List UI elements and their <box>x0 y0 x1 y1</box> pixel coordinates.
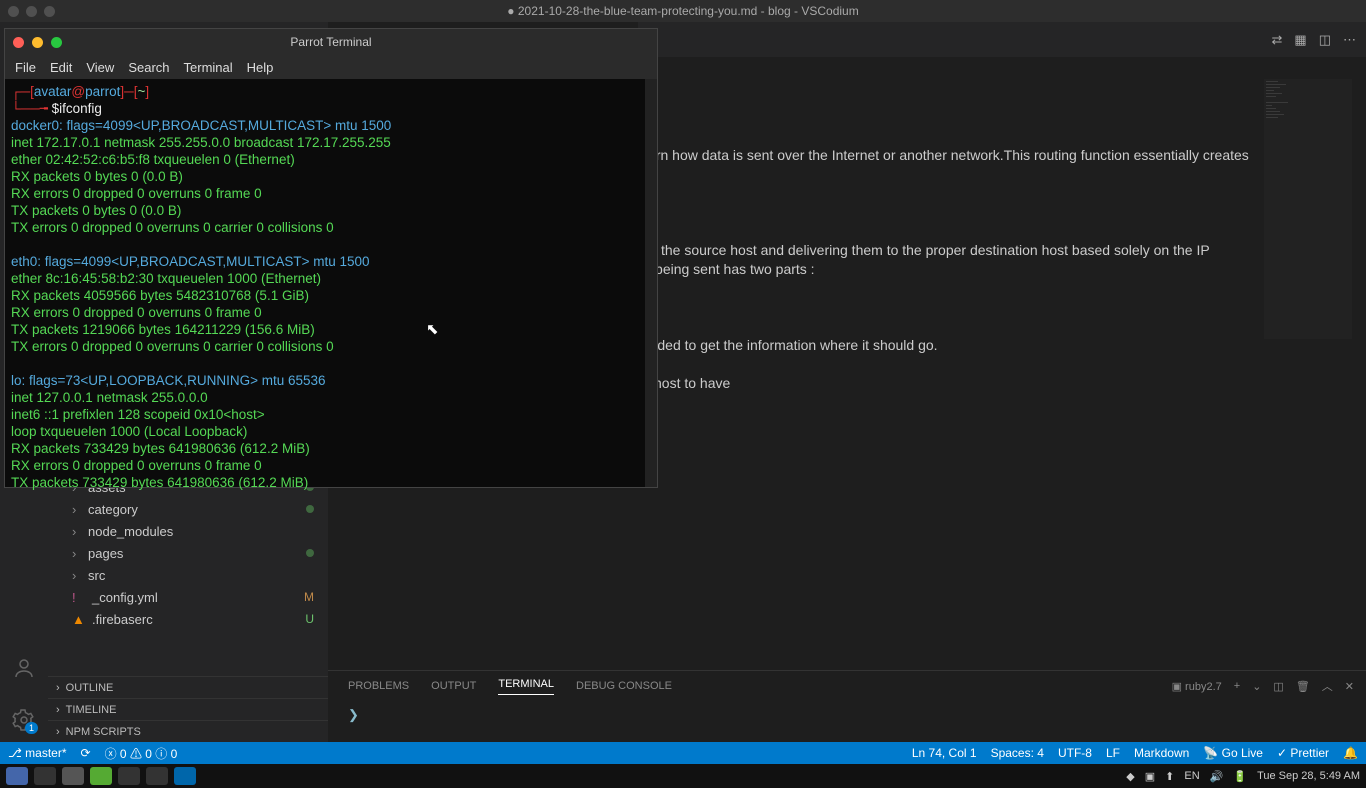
language-mode[interactable]: Markdown <box>1134 746 1189 760</box>
problems-counter[interactable]: ⓧ 0 ⚠ 0 ⓘ 0 <box>105 745 178 762</box>
accounts-icon[interactable] <box>12 656 36 680</box>
bottom-panel: PROBLEMS OUTPUT TERMINAL DEBUG CONSOLE ▣… <box>328 670 1366 742</box>
close-icon[interactable] <box>13 37 24 48</box>
cursor-position[interactable]: Ln 74, Col 1 <box>912 746 977 760</box>
window-titlebar: ● 2021-10-28-the-blue-team-protecting-yo… <box>0 0 1366 22</box>
split-terminal-icon[interactable]: ◫ <box>1273 680 1283 693</box>
panel-tabs: PROBLEMS OUTPUT TERMINAL DEBUG CONSOLE ▣… <box>328 671 1366 701</box>
window-controls[interactable] <box>8 6 55 17</box>
chevron-right-icon: › <box>72 568 82 583</box>
system-tray: ◆ ▣ ⬆ EN 🔊 🔋 Tue Sep 28, 5:49 AM <box>1126 770 1360 783</box>
minimize-icon[interactable] <box>26 6 37 17</box>
tray-lang[interactable]: EN <box>1184 770 1199 782</box>
prettier-button[interactable]: ✓ Prettier <box>1277 746 1329 760</box>
folder-category[interactable]: ›category <box>48 498 328 520</box>
sync-icon[interactable]: ⟳ <box>81 746 91 760</box>
terminal-menubar: File Edit View Search Terminal Help <box>5 55 657 79</box>
menu-terminal[interactable]: Terminal <box>184 60 233 75</box>
open-preview-icon[interactable]: ▦ <box>1294 32 1306 48</box>
git-modified-label: M <box>304 590 314 604</box>
terminal-shell-label[interactable]: ▣ ruby2.7 <box>1172 680 1222 693</box>
menu-help[interactable]: Help <box>247 60 274 75</box>
terminal-dropdown-icon[interactable]: ⌄ <box>1252 680 1261 693</box>
app-menu-icon[interactable] <box>6 767 28 785</box>
clock[interactable]: Tue Sep 28, 5:49 AM <box>1257 770 1360 782</box>
menu-edit[interactable]: Edit <box>50 60 72 75</box>
terminal-window: Parrot Terminal File Edit View Search Te… <box>4 28 658 488</box>
modified-indicator <box>306 505 314 513</box>
git-branch[interactable]: ⎇ master* <box>8 746 67 760</box>
editor-actions: ⇄ ▦ ◫ ⋯ <box>1272 32 1366 48</box>
status-bar: ⎇ master* ⟳ ⓧ 0 ⚠ 0 ⓘ 0 Ln 74, Col 1 Spa… <box>0 742 1366 764</box>
chevron-right-icon: › <box>56 726 60 738</box>
file-config-yml[interactable]: !_config.ymlM <box>48 586 328 608</box>
kill-terminal-icon[interactable]: 🗑 <box>1296 680 1310 693</box>
settings-badge: 1 <box>25 722 38 734</box>
menu-file[interactable]: File <box>15 60 36 75</box>
terminal-content[interactable]: ❯ <box>328 701 1366 729</box>
close-icon[interactable] <box>8 6 19 17</box>
split-editor-icon[interactable]: ◫ <box>1319 32 1331 48</box>
go-live-button[interactable]: 📡 Go Live <box>1203 746 1263 760</box>
terminal-output[interactable]: ┌─[avatar@parrot]─[~] └──╼ $ifconfig doc… <box>5 79 657 495</box>
indentation[interactable]: Spaces: 4 <box>991 746 1044 760</box>
menu-view[interactable]: View <box>86 60 114 75</box>
tray-icon[interactable]: ▣ <box>1145 770 1155 783</box>
close-panel-icon[interactable]: ✕ <box>1345 680 1354 693</box>
tab-output[interactable]: OUTPUT <box>431 680 476 692</box>
file-firebaserc[interactable]: ▲.firebasercU <box>48 608 328 630</box>
terminal-title: Parrot Terminal <box>290 35 371 49</box>
tray-icon[interactable]: ◆ <box>1126 770 1134 783</box>
firebase-file-icon: ▲ <box>72 612 86 627</box>
task-terminal[interactable] <box>146 767 168 785</box>
terminal-scrollbar[interactable] <box>645 79 657 487</box>
menu-search[interactable]: Search <box>128 60 169 75</box>
settings-gear-icon[interactable]: 1 <box>12 708 36 732</box>
more-actions-icon[interactable]: ⋯ <box>1343 32 1356 48</box>
tray-icon[interactable]: ⬆ <box>1165 770 1174 783</box>
notifications-icon[interactable]: 🔔 <box>1343 746 1358 760</box>
folder-node-modules[interactable]: ›node_modules <box>48 520 328 542</box>
maximize-icon[interactable] <box>44 6 55 17</box>
chevron-right-icon: › <box>72 546 82 561</box>
maximize-panel-icon[interactable]: ︿ <box>1322 678 1333 694</box>
folder-src[interactable]: ›src <box>48 564 328 586</box>
task-app-4[interactable] <box>118 767 140 785</box>
window-title: ● 2021-10-28-the-blue-team-protecting-yo… <box>507 4 858 18</box>
minimap[interactable]: ▬▬▬▬▬▬▬▬▬▬▬▬▬▬▬▬▬▬▬▬▬▬▬▬▬▬▬▬▬▬▬▬▬▬▬▬▬▬▬▬… <box>1264 79 1352 339</box>
battery-icon[interactable]: 🔋 <box>1233 770 1247 783</box>
chevron-right-icon: › <box>56 682 60 694</box>
git-untracked-label: U <box>305 612 314 626</box>
minimize-icon[interactable] <box>32 37 43 48</box>
chevron-right-icon: › <box>72 502 82 517</box>
tab-problems[interactable]: PROBLEMS <box>348 680 409 692</box>
task-vscodium[interactable] <box>174 767 196 785</box>
outline-section[interactable]: ›OUTLINE <box>48 676 328 698</box>
terminal-titlebar[interactable]: Parrot Terminal <box>5 29 657 55</box>
encoding[interactable]: UTF-8 <box>1058 746 1092 760</box>
yaml-file-icon: ! <box>72 590 86 605</box>
timeline-section[interactable]: ›TIMELINE <box>48 698 328 720</box>
modified-indicator <box>306 549 314 557</box>
task-app-2[interactable] <box>62 767 84 785</box>
task-app-1[interactable] <box>34 767 56 785</box>
tab-debug-console[interactable]: DEBUG CONSOLE <box>576 680 672 692</box>
chevron-right-icon: › <box>56 704 60 716</box>
eol[interactable]: LF <box>1106 746 1120 760</box>
maximize-icon[interactable] <box>51 37 62 48</box>
tab-terminal[interactable]: TERMINAL <box>498 678 554 695</box>
npm-scripts-section[interactable]: ›NPM SCRIPTS <box>48 720 328 742</box>
volume-icon[interactable]: 🔊 <box>1210 770 1224 783</box>
task-app-3[interactable] <box>90 767 112 785</box>
compare-changes-icon[interactable]: ⇄ <box>1272 32 1283 48</box>
folder-pages[interactable]: ›pages <box>48 542 328 564</box>
new-terminal-icon[interactable]: + <box>1234 680 1240 692</box>
chevron-right-icon: › <box>72 524 82 539</box>
